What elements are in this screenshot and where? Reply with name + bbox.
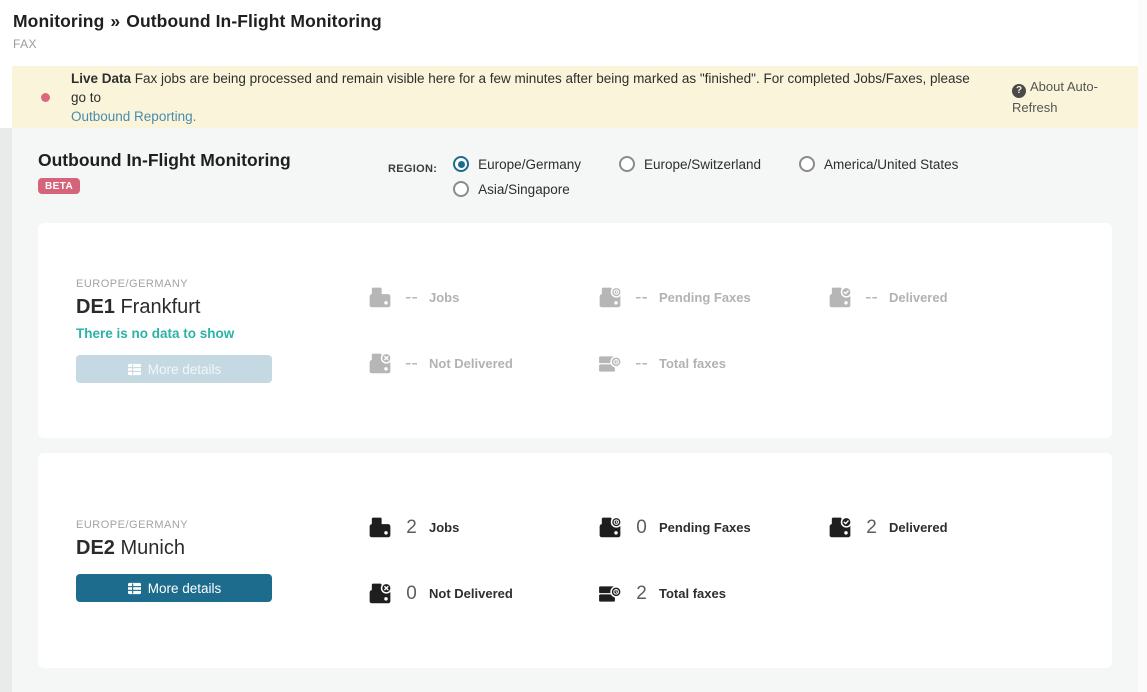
fax-cross-icon: [368, 353, 392, 375]
stat-value: --: [865, 287, 878, 309]
stat-label: Total faxes: [659, 586, 726, 601]
node-code: DE2: [76, 537, 115, 559]
outbound-reporting-link[interactable]: Outbound Reporting.: [71, 109, 196, 124]
stat-value: --: [405, 353, 418, 375]
stat-label: Total faxes: [659, 356, 726, 371]
card-title: DE1 Frankfurt: [76, 296, 330, 319]
banner-bold-prefix: Live Data: [71, 71, 131, 86]
fax-clock-icon: [598, 517, 622, 539]
stats-grid: 2 Jobs 0 Pending Faxes 2 Delivered 0 Not…: [368, 517, 1058, 605]
stat-pending-faxes: -- Pending Faxes: [598, 287, 828, 309]
stat-value: --: [405, 287, 418, 309]
live-data-banner: Live Data Fax jobs are being processed a…: [12, 66, 1138, 128]
region-option-label: America/United States: [824, 157, 958, 172]
region-option-label: Europe/Germany: [478, 157, 581, 172]
fax-cross-icon: [368, 583, 392, 605]
copy-clock-icon: [598, 353, 622, 375]
stat-label: Delivered: [889, 290, 948, 305]
region-filter-label: REGION:: [388, 163, 437, 197]
fax-icon: [368, 517, 392, 539]
region-radio-group: Europe/Germany Europe/Switzerland Americ…: [453, 156, 1013, 197]
main-section: Outbound In-Flight Monitoring BETA REGIO…: [12, 128, 1138, 692]
more-details-label: More details: [148, 581, 222, 596]
stat-label: Delivered: [889, 520, 948, 535]
stats-grid: -- Jobs -- Pending Faxes -- Delivered --…: [368, 287, 1058, 375]
stat-value: --: [635, 353, 648, 375]
stat-pending-faxes: 0 Pending Faxes: [598, 517, 828, 539]
banner-message: Live Data Fax jobs are being processed a…: [71, 69, 976, 126]
node-card-de2-munich: EUROPE/GERMANY DE2 Munich More details 2…: [38, 453, 1112, 668]
radio-icon: [619, 156, 635, 172]
page-header: Monitoring » Outbound In-Flight Monitoring…: [0, 0, 1147, 66]
fax-icon: [368, 287, 392, 309]
radio-icon: [799, 156, 815, 172]
stat-jobs: -- Jobs: [368, 287, 598, 309]
breadcrumb-current: Outbound In-Flight Monitoring: [126, 11, 382, 31]
stat-not-delivered: -- Not Delivered: [368, 353, 598, 375]
fax-check-icon: [828, 517, 852, 539]
stat-value: 0: [635, 517, 648, 539]
node-card-de1-frankfurt: EUROPE/GERMANY DE1 Frankfurt There is no…: [38, 223, 1112, 438]
copy-clock-icon: [598, 583, 622, 605]
breadcrumb: Monitoring » Outbound In-Flight Monitoring: [13, 11, 1147, 32]
stat-not-delivered: 0 Not Delivered: [368, 583, 598, 605]
region-option-asia-singapore[interactable]: Asia/Singapore: [453, 181, 570, 197]
breadcrumb-parent[interactable]: Monitoring: [13, 11, 104, 31]
table-icon: [127, 363, 142, 376]
region-option-europe-germany[interactable]: Europe/Germany: [453, 156, 581, 172]
more-details-button-de1[interactable]: More details: [76, 355, 272, 383]
stat-jobs: 2 Jobs: [368, 517, 598, 539]
app-subtitle: FAX: [13, 37, 1147, 51]
more-details-label: More details: [148, 362, 222, 377]
node-code: DE1: [76, 296, 115, 318]
radio-icon: [453, 181, 469, 197]
more-details-button-de2[interactable]: More details: [76, 574, 272, 602]
stat-value: 2: [635, 583, 648, 605]
card-title: DE2 Munich: [76, 537, 330, 560]
stat-value: 2: [865, 517, 878, 539]
stat-value: --: [635, 287, 648, 309]
region-filter: REGION: Europe/Germany Europe/Switzerlan…: [388, 156, 1013, 197]
scrollbar-track[interactable]: [1138, 0, 1147, 692]
card-region-label: EUROPE/GERMANY: [76, 519, 330, 531]
region-option-label: Europe/Switzerland: [644, 157, 761, 172]
stat-label: Not Delivered: [429, 356, 513, 371]
region-option-europe-switzerland[interactable]: Europe/Switzerland: [619, 156, 761, 172]
stat-label: Pending Faxes: [659, 290, 751, 305]
node-city: Frankfurt: [120, 296, 200, 318]
stat-delivered: -- Delivered: [828, 287, 1058, 309]
breadcrumb-separator: »: [110, 11, 120, 31]
node-city: Munich: [120, 537, 184, 559]
live-status-dot-icon: [41, 93, 50, 102]
beta-badge: BETA: [38, 178, 80, 194]
stat-label: Jobs: [429, 290, 459, 305]
about-auto-refresh-label: About Auto-Refresh: [1012, 79, 1098, 115]
fax-check-icon: [828, 287, 852, 309]
banner-message-text: Fax jobs are being processed and remain …: [71, 71, 970, 105]
stat-label: Jobs: [429, 520, 459, 535]
card-region-label: EUROPE/GERMANY: [76, 278, 330, 290]
stat-value: 0: [405, 583, 418, 605]
region-option-america-united-states[interactable]: America/United States: [799, 156, 958, 172]
stat-delivered: 2 Delivered: [828, 517, 1058, 539]
radio-icon: [453, 156, 469, 172]
stat-total-faxes: -- Total faxes: [598, 353, 828, 375]
region-option-label: Asia/Singapore: [478, 182, 570, 197]
stat-label: Pending Faxes: [659, 520, 751, 535]
page-title: Outbound In-Flight Monitoring: [38, 150, 388, 171]
no-data-message: There is no data to show: [76, 326, 330, 341]
stat-value: 2: [405, 517, 418, 539]
about-auto-refresh-button[interactable]: ?About Auto-Refresh: [1012, 77, 1114, 117]
table-icon: [127, 582, 142, 595]
fax-clock-icon: [598, 287, 622, 309]
stat-total-faxes: 2 Total faxes: [598, 583, 828, 605]
question-circle-icon: ?: [1012, 84, 1026, 98]
stat-label: Not Delivered: [429, 586, 513, 601]
